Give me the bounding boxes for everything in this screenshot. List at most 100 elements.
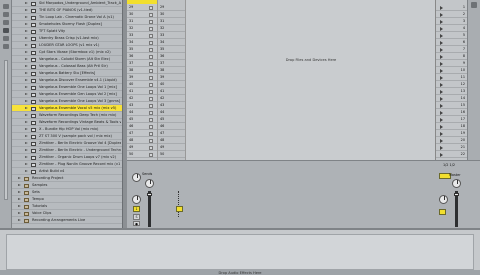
scene-play-icon[interactable] xyxy=(440,145,443,150)
expand-arrow-icon[interactable] xyxy=(25,58,28,60)
clip-slot[interactable]: 48 xyxy=(158,137,186,144)
scene-play-icon[interactable] xyxy=(440,5,443,10)
browser-folder-item[interactable]: Voice Clips xyxy=(12,210,122,217)
scene-play-icon[interactable] xyxy=(440,68,443,73)
browser-file-item[interactable]: Uberdry Brass Crisp (v1-last mix) xyxy=(12,35,122,42)
folder-icon[interactable] xyxy=(3,28,9,33)
scene-launch-slot[interactable]: 11 xyxy=(436,74,468,81)
clip-stop-icon[interactable] xyxy=(149,145,153,150)
clip-stop-icon[interactable] xyxy=(149,47,153,52)
scene-play-icon[interactable] xyxy=(440,47,443,52)
scene-launch-slot[interactable]: 17 xyxy=(436,116,468,123)
scene-launch-slot[interactable]: 7 xyxy=(436,46,468,53)
clip-slot[interactable]: 46 xyxy=(127,123,157,130)
browser-file-item[interactable]: Vangelous - Coludd Storm (Alt Stn Elec) xyxy=(12,56,122,63)
scene-launch-slot[interactable]: 21 xyxy=(436,144,468,151)
scene-launch-slot[interactable]: 6 xyxy=(436,39,468,46)
pan-knob[interactable] xyxy=(132,195,141,204)
clip-slot[interactable]: 44 xyxy=(158,109,186,116)
scene-play-icon[interactable] xyxy=(440,82,443,87)
clip-slot[interactable]: 37 xyxy=(158,60,186,67)
clip-slot[interactable]: 38 xyxy=(127,67,157,74)
expand-arrow-icon[interactable] xyxy=(18,219,21,221)
master-solo-button[interactable] xyxy=(439,209,446,215)
arm-button[interactable]: ● xyxy=(133,221,140,226)
scene-launch-slot[interactable]: 13 xyxy=(436,88,468,95)
clip-slot[interactable]: 34 xyxy=(127,39,157,46)
clip-slot[interactable]: 36 xyxy=(158,53,186,60)
expand-arrow-icon[interactable] xyxy=(25,37,28,39)
clip-stop-icon[interactable] xyxy=(149,5,153,10)
scene-play-icon[interactable] xyxy=(440,124,443,129)
clip-slot[interactable]: 40 xyxy=(158,81,186,88)
clip-slot[interactable]: 45 xyxy=(127,116,157,123)
scene-launch-slot[interactable]: 20 xyxy=(436,137,468,144)
scene-play-icon[interactable] xyxy=(440,110,443,115)
expand-arrow-icon[interactable] xyxy=(25,107,28,109)
collapse-icon[interactable] xyxy=(471,2,477,8)
scene-launch-slot[interactable]: 18 xyxy=(436,123,468,130)
clip-stop-icon[interactable] xyxy=(149,26,153,31)
scene-play-icon[interactable] xyxy=(440,152,443,157)
scene-launch-slot[interactable]: 3 xyxy=(436,18,468,25)
clip-slot[interactable]: 49 xyxy=(127,144,157,151)
expand-arrow-icon[interactable] xyxy=(25,114,28,116)
clip-slot[interactable]: 41 xyxy=(127,88,157,95)
browser-file-item[interactable]: Zimtiker - Organic Drum Loops v7 (mix v2… xyxy=(12,154,122,161)
clip-slot[interactable]: 45 xyxy=(158,116,186,123)
expand-arrow-icon[interactable] xyxy=(18,205,21,207)
clip-stop-icon[interactable] xyxy=(149,54,153,59)
expand-arrow-icon[interactable] xyxy=(18,212,21,214)
scene-launch-slot[interactable]: 16 xyxy=(436,109,468,116)
clip-stop-icon[interactable] xyxy=(149,103,153,108)
clip-slot[interactable]: 31 xyxy=(158,18,186,25)
browser-file-item[interactable]: Vangelous - Colossal Bass (Alt Prtl Str) xyxy=(12,63,122,70)
clip-slot[interactable]: 32 xyxy=(127,25,157,32)
clip-slot[interactable]: 33 xyxy=(158,32,186,39)
expand-arrow-icon[interactable] xyxy=(25,135,28,137)
scene-play-icon[interactable] xyxy=(440,117,443,122)
browser-file-item[interactable]: Zimtiker - Berlin Electric - Underground… xyxy=(12,147,122,154)
scene-play-icon[interactable] xyxy=(440,96,443,101)
scene-launch-slot[interactable]: 9 xyxy=(436,60,468,67)
clip-slot[interactable]: 41 xyxy=(158,88,186,95)
scene-launch-slot[interactable]: 22 xyxy=(436,151,468,158)
scene-launch-slot[interactable]: 19 xyxy=(436,130,468,137)
expand-arrow-icon[interactable] xyxy=(18,191,21,193)
browser-file-item[interactable]: LOUDER GTAR LOOPS (v1 mix v1) xyxy=(12,42,122,49)
browser-folder-item[interactable]: Sets xyxy=(12,189,122,196)
scene-launch-slot[interactable]: 1 xyxy=(436,4,468,11)
clip-stop-icon[interactable] xyxy=(149,68,153,73)
scene-launch-slot[interactable]: 4 xyxy=(436,25,468,32)
clip-slot[interactable]: 30 xyxy=(158,11,186,18)
expand-arrow-icon[interactable] xyxy=(25,23,28,25)
clip-slot[interactable]: 42 xyxy=(158,95,186,102)
expand-arrow-icon[interactable] xyxy=(25,16,28,18)
clip-slot[interactable]: 34 xyxy=(158,39,186,46)
browser-folder-item[interactable]: Recording Arrangements Live xyxy=(12,217,122,224)
browser-file-item[interactable]: Smokeholes Stormy Flash [Duplex] xyxy=(12,21,122,28)
expand-arrow-icon[interactable] xyxy=(25,51,28,53)
scene-play-icon[interactable] xyxy=(440,19,443,24)
scene-play-icon[interactable] xyxy=(440,54,443,59)
clip-slot[interactable]: 33 xyxy=(127,32,157,39)
browser-folder-item[interactable]: Samples xyxy=(12,182,122,189)
browser-file-item[interactable]: Cpt Stars Vbase (Stormbox v1) (mix v2) xyxy=(12,49,122,56)
expand-arrow-icon[interactable] xyxy=(25,86,28,88)
send-b-knob[interactable] xyxy=(145,179,154,188)
scene-play-icon[interactable] xyxy=(440,89,443,94)
clip-slot[interactable]: 47 xyxy=(158,130,186,137)
clip-slot[interactable]: 47 xyxy=(127,130,157,137)
browser-file-item[interactable]: Waveform Recordings Vintage Beats & Tool… xyxy=(12,119,122,126)
clip-stop-icon[interactable] xyxy=(149,61,153,66)
expand-arrow-icon[interactable] xyxy=(25,128,28,130)
clip-stop-icon[interactable] xyxy=(149,75,153,80)
clip-slot[interactable]: 44 xyxy=(127,109,157,116)
scene-play-icon[interactable] xyxy=(440,12,443,17)
folder-icon[interactable] xyxy=(3,44,9,49)
device-drop-area[interactable]: Drop Audio Effects Here xyxy=(6,234,474,275)
scene-play-icon[interactable] xyxy=(440,138,443,143)
clip-slot[interactable]: 38 xyxy=(158,67,186,74)
clip-slot[interactable]: 39 xyxy=(158,74,186,81)
plugins-icon[interactable] xyxy=(3,12,9,17)
